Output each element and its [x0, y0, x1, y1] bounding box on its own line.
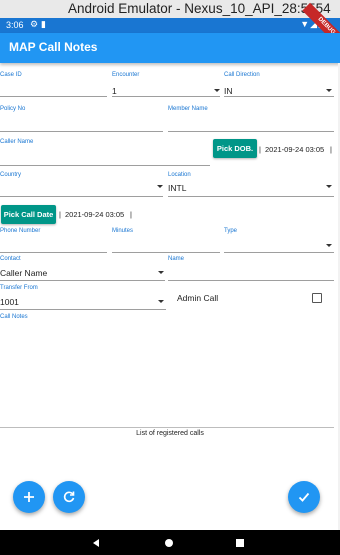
country-dropdown-icon[interactable] [157, 185, 163, 188]
name-field[interactable] [168, 280, 334, 281]
transfer-from-dropdown-icon[interactable] [158, 300, 164, 303]
status-bar: 3:06 ⚙ ▮ ▼◢▮ DEBUG [0, 2, 340, 51]
encounter-label: Encounter [112, 72, 140, 78]
encounter-dropdown-icon[interactable] [214, 89, 220, 92]
location-dropdown-icon[interactable] [326, 185, 332, 188]
contact-dropdown-icon[interactable] [158, 271, 164, 274]
navigation-bar [0, 530, 340, 555]
call-direction-dropdown-icon[interactable] [326, 89, 332, 92]
admin-call-checkbox[interactable] [312, 293, 322, 303]
contact-dropdown[interactable] [0, 280, 165, 281]
call-date-separator-right: | [130, 210, 132, 219]
call-direction-value: IN [224, 86, 233, 96]
call-direction-dropdown[interactable] [224, 96, 334, 97]
caller-name-field[interactable] [0, 165, 210, 166]
call-notes-field[interactable] [0, 322, 334, 426]
transfer-from-value: 1001 [0, 297, 19, 307]
refresh-icon [63, 491, 75, 503]
minutes-label: Minutes [112, 228, 134, 234]
contact-label: Contact [0, 256, 21, 262]
pick-call-date-button[interactable]: Pick Call Date [1, 205, 56, 224]
case-id-field[interactable] [0, 96, 107, 97]
case-id-label: Case ID [0, 72, 22, 78]
encounter-value: 1 [112, 86, 117, 96]
dob-value: 2021-09-24 03:05 [265, 145, 325, 154]
location-value: INTL [168, 183, 187, 193]
add-button[interactable] [13, 481, 45, 513]
transfer-from-label: Transfer From [0, 285, 38, 291]
policy-no-field[interactable] [0, 131, 163, 132]
phone-number-field[interactable] [0, 252, 107, 253]
pick-dob-button[interactable]: Pick DOB. [213, 139, 257, 158]
window-title-bar: Android Emulator - Nexus_10_API_28:5554 [0, 0, 340, 18]
submit-button[interactable] [288, 481, 320, 513]
window-title: Android Emulator - Nexus_10_API_28:5554 [68, 1, 331, 16]
call-notes-divider [0, 427, 334, 428]
country-label: Country [0, 172, 22, 178]
admin-call-label: Admin Call [177, 293, 219, 303]
type-dropdown[interactable] [224, 252, 334, 253]
dob-separator-right: | [330, 145, 332, 154]
type-dropdown-icon[interactable] [326, 244, 332, 247]
call-date-separator-left: | [59, 210, 61, 219]
member-name-field[interactable] [168, 131, 334, 132]
contact-value: Caller Name [0, 268, 48, 278]
settings-status-icon: ⚙ [30, 19, 39, 29]
location-label: Location [168, 172, 191, 178]
status-time: 3:06 [6, 20, 24, 30]
country-dropdown[interactable] [0, 196, 163, 197]
policy-no-label: Policy No [0, 106, 26, 112]
member-name-label: Member Name [168, 106, 208, 112]
type-label: Type [224, 228, 238, 234]
sim-status-icon: ▮ [41, 19, 46, 29]
add-icon [24, 492, 34, 502]
transfer-from-dropdown[interactable] [0, 309, 166, 310]
encounter-dropdown[interactable] [112, 96, 220, 97]
app-bar-title: MAP Call Notes [9, 40, 98, 54]
minutes-field[interactable] [112, 252, 220, 253]
recents-icon[interactable] [235, 538, 245, 548]
phone-number-label: Phone Number [0, 228, 41, 234]
caller-name-label: Caller Name [0, 139, 34, 145]
dob-separator-left: | [259, 145, 261, 154]
call-notes-label: Call Notes [0, 314, 28, 320]
location-dropdown[interactable] [168, 196, 334, 197]
refresh-button[interactable] [53, 481, 85, 513]
back-icon[interactable] [91, 538, 101, 548]
check-icon [298, 492, 310, 502]
registered-calls-caption: List of registered calls [136, 430, 204, 437]
home-icon[interactable] [164, 538, 174, 548]
name-label: Name [168, 256, 185, 262]
call-direction-label: Call Direction [224, 72, 260, 78]
call-date-value: 2021-09-24 03:05 [65, 210, 125, 219]
app-bar: MAP Call Notes [0, 33, 340, 63]
